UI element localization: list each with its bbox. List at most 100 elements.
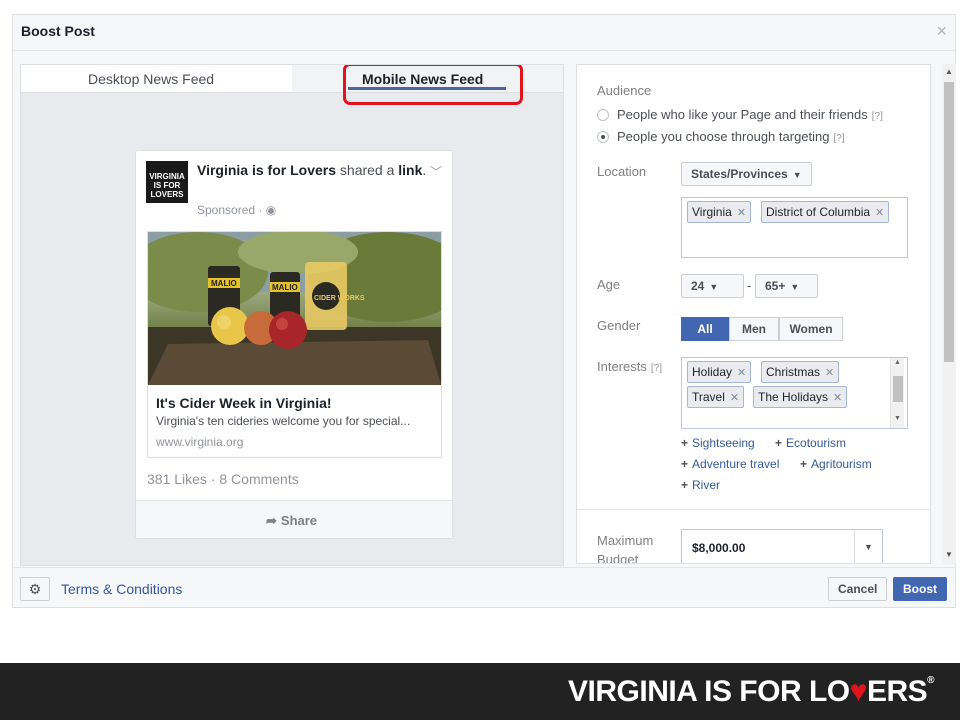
suggestion-label: Adventure travel <box>692 457 780 471</box>
dialog-title: Boost Post <box>21 23 95 39</box>
suggestion-label: Sightseeing <box>692 436 755 450</box>
help-icon[interactable]: [?] <box>651 363 662 374</box>
audience-option-page-likers[interactable]: People who like your Page and their frie… <box>597 107 883 122</box>
gender-label: Gender <box>597 318 641 333</box>
can-label-1: MALIO <box>211 279 237 288</box>
budget-label: Maximum Budget <box>597 531 653 564</box>
plus-icon: + <box>800 457 808 471</box>
caret-down-icon: ▼ <box>790 282 800 292</box>
virginia-is-for-lovers-logo: VIRGINIA IS FOR LO♥ERS® <box>568 675 934 709</box>
age-min-dropdown[interactable]: 24 ▼ <box>681 274 744 298</box>
plus-icon: + <box>681 478 689 492</box>
location-type-dropdown[interactable]: States/Provinces ▼ <box>681 162 812 186</box>
suggestion-sightseeing[interactable]: + Sightseeing <box>681 436 755 450</box>
post-header-text: Virginia is for Lovers shared a link. <box>197 161 427 180</box>
cancel-button[interactable]: Cancel <box>828 577 888 601</box>
period: . <box>422 162 427 178</box>
interest-tag: Holiday ✕ <box>687 361 752 383</box>
interests-scrollbar[interactable]: ▲ ▼ <box>890 358 904 428</box>
audience-option-label: People you choose through targeting <box>617 129 830 144</box>
post-action-link[interactable]: link <box>398 162 422 178</box>
scroll-thumb[interactable] <box>893 376 903 402</box>
chevron-down-icon[interactable]: ﹀ <box>430 163 442 180</box>
location-tag: District of Columbia ✕ <box>761 201 890 223</box>
remove-tag-icon[interactable]: ✕ <box>730 392 739 404</box>
suggestion-label: River <box>692 478 721 492</box>
interest-tag: The Holidays ✕ <box>753 386 848 408</box>
radio-unselected[interactable] <box>597 109 609 121</box>
sponsored-label: Sponsored · ◉ <box>197 203 277 217</box>
share-label: Share <box>280 513 318 528</box>
terms-link[interactable]: Terms & Conditions <box>61 581 182 597</box>
targeting-settings-pane: Audience People who like your Page and t… <box>576 64 931 564</box>
link-url: www.virginia.org <box>156 435 244 449</box>
age-max-dropdown[interactable]: 65+ ▼ <box>755 274 818 298</box>
suggestion-ecotourism[interactable]: + Ecotourism <box>775 436 846 450</box>
remove-tag-icon[interactable]: ✕ <box>833 392 842 404</box>
dialog-footer: ⚙ Terms & Conditions Cancel Boost <box>13 567 955 607</box>
link-attachment[interactable]: MALIO MALIO CIDER WORKS It's Cider Week … <box>147 231 442 458</box>
post-action: shared a <box>339 162 395 178</box>
budget-value: $8,000.00 <box>692 541 746 555</box>
scroll-thumb[interactable] <box>944 82 954 362</box>
age-label: Age <box>597 277 621 292</box>
tag-label: Holiday <box>692 365 733 379</box>
glass-label: CIDER WORKS <box>314 295 365 302</box>
scroll-down-icon[interactable]: ▼ <box>894 415 901 422</box>
location-type-value: States/Provinces <box>691 167 788 181</box>
registered-mark: ® <box>927 675 934 686</box>
scroll-up-icon[interactable]: ▲ <box>945 67 953 76</box>
boost-button[interactable]: Boost <box>893 577 947 601</box>
plus-icon: + <box>681 457 689 471</box>
brand-text-after: ERS <box>866 675 928 708</box>
age-max-value: 65+ <box>765 279 786 293</box>
interest-tag: Christmas ✕ <box>761 361 840 383</box>
suggestion-river[interactable]: + River <box>681 478 720 492</box>
settings-button[interactable]: ⚙ <box>20 577 50 601</box>
help-icon[interactable]: [?] <box>834 133 845 144</box>
suggestion-agritourism[interactable]: + Agritourism <box>800 457 872 471</box>
tag-label: Travel <box>692 390 725 404</box>
age-min-value: 24 <box>691 279 705 293</box>
tag-label: Virginia <box>692 205 732 219</box>
remove-tag-icon[interactable]: ✕ <box>737 367 746 379</box>
close-icon[interactable]: × <box>936 21 947 42</box>
dialog-header: Boost Post × <box>13 15 955 51</box>
max-budget-select[interactable]: $8,000.00 ▼ <box>681 529 883 563</box>
link-title: It's Cider Week in Virginia! <box>156 395 332 411</box>
remove-tag-icon[interactable]: ✕ <box>825 367 834 379</box>
plus-icon: + <box>775 436 783 450</box>
radio-selected[interactable] <box>597 131 609 143</box>
page-name-link[interactable]: Virginia is for Lovers <box>197 162 336 178</box>
scroll-up-icon[interactable]: ▲ <box>894 359 901 366</box>
mobile-tab-highlight-annotation <box>343 65 523 105</box>
caret-down-icon: ▼ <box>792 170 802 180</box>
share-arrow-icon: ➦ <box>266 513 277 528</box>
remove-tag-icon[interactable]: ✕ <box>737 207 746 219</box>
interests-label-text: Interests <box>597 359 647 374</box>
cider-photo-illustration: MALIO MALIO CIDER WORKS <box>148 232 441 385</box>
suggestion-label: Agritourism <box>811 457 872 471</box>
help-icon[interactable]: [?] <box>872 111 883 122</box>
interest-tag: Travel ✕ <box>687 386 745 408</box>
share-button[interactable]: ➦ Share <box>266 513 317 529</box>
brand-footer-bar: VIRGINIA IS FOR LO♥ERS® <box>0 663 960 720</box>
caret-down-icon[interactable]: ▼ <box>854 530 882 563</box>
remove-tag-icon[interactable]: ✕ <box>875 207 884 219</box>
page-logo[interactable]: VIRGINIA IS FOR LOVERS <box>146 161 188 203</box>
audience-option-targeting[interactable]: People you choose through targeting [?] <box>597 129 845 144</box>
interests-tag-input[interactable]: Holiday ✕ Christmas ✕ Travel ✕ The Holidays… <box>681 357 908 429</box>
post-card: VIRGINIA IS FOR LOVERS Virginia is for L… <box>135 150 453 539</box>
post-stats[interactable]: 381 Likes · 8 Comments <box>147 471 299 487</box>
tag-label: District of Columbia <box>766 205 871 219</box>
suggestion-adventure-travel[interactable]: + Adventure travel <box>681 457 779 471</box>
settings-scrollbar[interactable]: ▲ ▼ <box>942 64 956 564</box>
tab-desktop-news-feed[interactable]: Desktop News Feed <box>88 71 214 87</box>
budget-label-line2: Budget <box>597 552 639 564</box>
gender-option-all[interactable]: All <box>681 317 729 341</box>
location-tag-input[interactable]: Virginia ✕ District of Columbia ✕ <box>681 197 908 258</box>
gender-option-men[interactable]: Men <box>729 317 779 341</box>
gender-option-women[interactable]: Women <box>779 317 843 341</box>
interests-label: Interests [?] <box>597 359 662 374</box>
scroll-down-icon[interactable]: ▼ <box>945 550 953 559</box>
